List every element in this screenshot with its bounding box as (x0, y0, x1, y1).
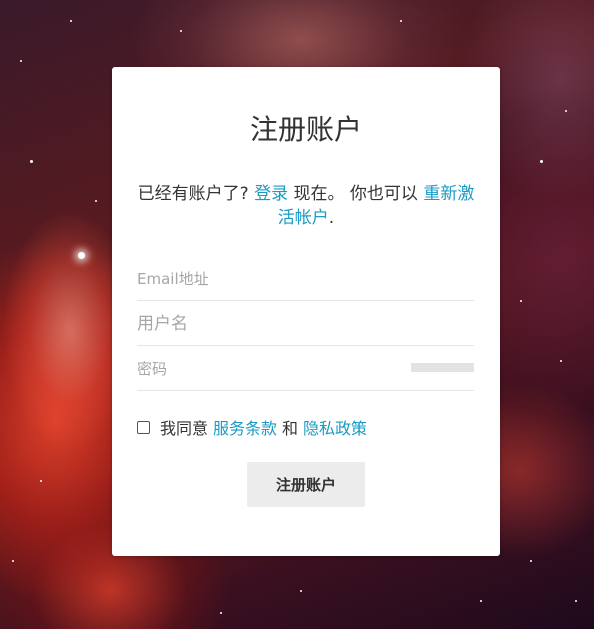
star (480, 600, 482, 602)
star (12, 560, 14, 562)
star (30, 160, 33, 163)
login-info-text: 已经有账户了? 登录 现在。 你也可以 重新激活帐户. (132, 182, 480, 230)
register-card: 注册账户 已经有账户了? 登录 现在。 你也可以 重新激活帐户. 我同意 服务条… (112, 67, 500, 556)
star (400, 20, 402, 22)
star (20, 60, 22, 62)
email-field[interactable] (137, 256, 474, 300)
star (78, 252, 85, 259)
terms-agreement: 我同意 服务条款 和 隐私政策 (137, 415, 367, 439)
star (180, 30, 182, 32)
info-suffix: . (328, 208, 335, 228)
info-prefix: 已经有账户了? (137, 184, 249, 204)
star (300, 590, 302, 592)
star (530, 560, 532, 562)
register-button[interactable]: 注册账户 (247, 462, 365, 507)
info-middle: 现在。 你也可以 (293, 184, 418, 204)
page-title: 注册账户 (249, 113, 362, 146)
star (95, 200, 97, 202)
star (575, 600, 577, 602)
star (540, 160, 543, 163)
username-field-wrapper (137, 301, 474, 346)
login-link[interactable]: 登录 (254, 184, 288, 204)
email-field-wrapper (137, 256, 474, 301)
password-strength-bar (411, 363, 474, 372)
star (520, 300, 522, 302)
username-field[interactable] (137, 301, 474, 345)
star (40, 480, 42, 482)
star (565, 110, 567, 112)
agree-checkbox[interactable] (137, 420, 150, 434)
terms-of-service-link[interactable]: 服务条款 (213, 415, 277, 439)
privacy-policy-link[interactable]: 隐私政策 (303, 415, 367, 439)
star (560, 360, 562, 362)
star (70, 20, 72, 22)
and-text: 和 (282, 419, 299, 438)
password-field-wrapper (137, 346, 474, 391)
agree-prefix: 我同意 (160, 419, 209, 438)
star (220, 612, 222, 614)
